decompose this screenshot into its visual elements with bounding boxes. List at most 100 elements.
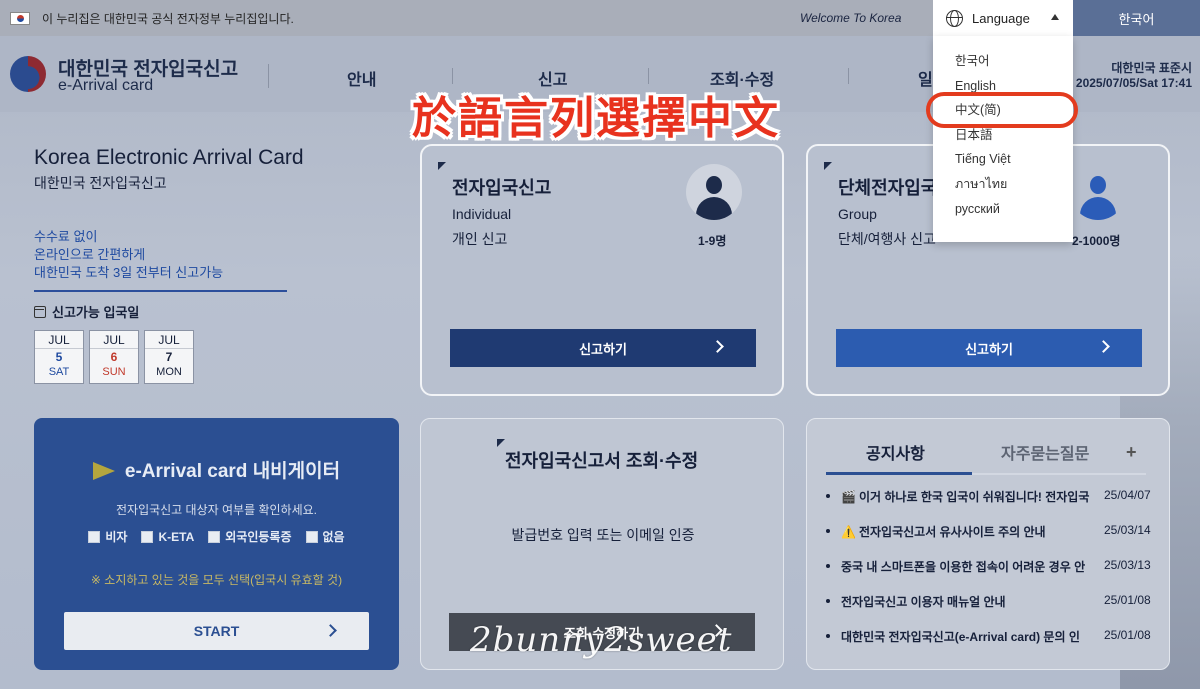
individual-type-ko: 개인 신고 <box>452 231 508 247</box>
intro-point: 대한민국 도착 3일 전부터 신고가능 <box>34 265 224 280</box>
language-option-korean[interactable]: 한국어 <box>933 52 1073 77</box>
warning-icon: ⚠️ <box>841 525 856 539</box>
government-emblem-icon <box>10 56 46 92</box>
navigator-panel: e-Arrival card 내비게이터 전자입국신고 대상자 여부를 확인하세… <box>34 418 399 670</box>
notice-date: 25/04/07 <box>1104 488 1151 502</box>
option-none[interactable]: 없음 <box>305 528 345 545</box>
notice-row[interactable]: ⚠️ 전자입국신고서 유사사이트 주의 안내 25/03/14 <box>826 523 1166 558</box>
annotation-text: 於語言列選擇中文 <box>412 94 780 143</box>
globe-icon <box>946 9 963 27</box>
notice-row[interactable]: 전자입국신고 이용자 매뉴얼 안내 25/01/08 <box>826 593 1166 628</box>
nav-divider <box>848 68 849 84</box>
tab-divider <box>972 473 1146 475</box>
notice-tabs: 공지사항 자주묻는질문 + <box>826 432 1146 476</box>
checkbox[interactable] <box>305 530 318 543</box>
notice-title: 🎬 이거 하나로 한국 입국이 쉬워집니다! 전자입국 <box>841 488 1099 505</box>
notice-date: 25/03/13 <box>1104 558 1151 572</box>
notice-title[interactable]: 중국 내 스마트폰을 이용한 접속이 어려운 경우 안 <box>841 558 1099 575</box>
individual-count: 1-9명 <box>698 234 727 248</box>
notice-row[interactable]: 중국 내 스마트폰을 이용한 접속이 어려운 경우 안 25/03/13 <box>826 558 1166 593</box>
card-corner-mark <box>497 439 505 447</box>
date-month: JUL <box>145 331 193 349</box>
welcome-text: Welcome To Korea <box>800 11 902 25</box>
date-month: JUL <box>90 331 138 349</box>
annotation-highlight-ring <box>926 92 1078 128</box>
group-type-en: Group <box>838 206 877 222</box>
notice-date: 25/03/14 <box>1104 523 1151 537</box>
navigator-title-text: e-Arrival card 내비게이터 <box>124 461 341 482</box>
bullet <box>826 599 830 603</box>
card-corner-mark <box>438 162 446 170</box>
bullet <box>826 529 830 533</box>
date-box: JUL 5 SAT <box>34 330 84 384</box>
caret-up-icon <box>1051 14 1059 20</box>
notice-list: 🎬 이거 하나로 한국 입국이 쉬워집니다! 전자입국 25/04/07 ⚠️ 전자… <box>826 488 1166 663</box>
lookup-card-title: 전자입국신고서 조회·수정 <box>505 451 699 471</box>
intro-point: 수수료 없이 <box>34 229 98 244</box>
group-card-title: 단체전자입국 <box>838 178 938 198</box>
date-weekday: SUN <box>102 366 126 378</box>
card-corner-mark <box>824 162 832 170</box>
checkbox[interactable] <box>88 530 101 543</box>
plus-icon[interactable]: + <box>1126 442 1137 463</box>
available-dates-label: 신고가능 입국일 <box>34 302 139 321</box>
navigator-options: 비자 K-ETA 외국인등록증 없음 <box>34 528 399 545</box>
language-option-russian[interactable]: русский <box>933 200 1073 225</box>
intro-points: 수수료 없이 온라인으로 간편하게 대한민국 도착 3일 전부터 신고가능 <box>34 228 223 282</box>
checkbox[interactable] <box>208 530 221 543</box>
option-label: 외국인등록증 <box>225 530 292 544</box>
notice-title: ⚠️ 전자입국신고서 유사사이트 주의 안내 <box>841 523 1099 540</box>
individual-report-button-label: 신고하기 <box>579 341 627 357</box>
clapperboard-icon: 🎬 <box>841 490 856 504</box>
intro-divider <box>34 290 287 292</box>
intro-title: Korea Electronic Arrival Card <box>34 146 304 169</box>
active-tab-indicator <box>826 472 972 475</box>
date-day: 6 <box>110 350 118 364</box>
option-label: 비자 <box>105 530 128 544</box>
korea-flag-icon <box>10 11 30 25</box>
option-keta[interactable]: K-ETA <box>141 528 194 545</box>
standard-time-label: 대한민국 표준시 <box>1111 61 1192 75</box>
date-day: 5 <box>55 350 63 364</box>
individual-card-title: 전자입국신고 <box>452 178 552 198</box>
group-people-icon <box>1070 164 1126 220</box>
individual-report-button[interactable]: 신고하기 <box>450 329 756 367</box>
individual-person-icon <box>686 164 742 220</box>
language-dropdown: 한국어 English 中文(简) 日本語 Tiếng Việt ภาษาไทย… <box>933 36 1073 242</box>
language-label: Language <box>972 10 1030 26</box>
notice-row[interactable]: 대한민국 전자입국신고(e-Arrival card) 문의 인 25/01/0… <box>826 628 1166 663</box>
language-selector-button[interactable]: Language <box>933 0 1073 36</box>
language-option-thai[interactable]: ภาษาไทย <box>933 175 1073 200</box>
date-weekday: MON <box>156 366 182 378</box>
paper-plane-icon <box>92 462 115 480</box>
start-button[interactable]: START <box>64 612 369 650</box>
language-option-vietnamese[interactable]: Tiếng Việt <box>933 150 1073 175</box>
group-report-button[interactable]: 신고하기 <box>836 329 1142 367</box>
nav-item-more[interactable]: 일 <box>918 66 933 90</box>
option-visa[interactable]: 비자 <box>88 528 127 545</box>
notice-title[interactable]: 전자입국신고 이용자 매뉴얼 안내 <box>841 593 1099 610</box>
group-report-button-label: 신고하기 <box>965 341 1013 357</box>
individual-report-card[interactable]: 전자입국신고 Individual 개인 신고 1-9명 신고하기 <box>420 144 784 396</box>
notice-title[interactable]: 대한민국 전자입국신고(e-Arrival card) 문의 인 <box>841 628 1099 645</box>
header-divider <box>268 64 269 88</box>
tab-faq[interactable]: 자주묻는질문 <box>1001 440 1089 464</box>
notice-row[interactable]: 🎬 이거 하나로 한국 입국이 쉬워집니다! 전자입국 25/04/07 <box>826 488 1166 523</box>
bullet <box>826 564 830 568</box>
standard-time-value: 2025/07/05/Sat 17:41 <box>1075 76 1192 90</box>
start-button-label: START <box>193 623 240 639</box>
nav-item-guide[interactable]: 안내 <box>347 66 376 90</box>
notice-title-text[interactable]: 전자입국신고서 유사사이트 주의 안내 <box>859 525 1046 539</box>
option-alien-registration[interactable]: 외국인등록증 <box>208 528 292 545</box>
notice-title-text[interactable]: 이거 하나로 한국 입국이 쉬워집니다! 전자입국 <box>859 490 1089 504</box>
language-option-japanese[interactable]: 日本語 <box>933 126 1073 151</box>
current-language-button[interactable]: 한국어 <box>1073 0 1200 36</box>
site-subtitle[interactable]: e-Arrival card <box>58 77 153 95</box>
notice-date: 25/01/08 <box>1104 593 1151 607</box>
intro-point: 온라인으로 간편하게 <box>34 247 146 262</box>
bullet <box>826 494 830 498</box>
checkbox[interactable] <box>141 530 154 543</box>
tab-notices[interactable]: 공지사항 <box>866 440 925 464</box>
date-box: JUL 6 SUN <box>89 330 139 384</box>
notice-date: 25/01/08 <box>1104 628 1151 642</box>
